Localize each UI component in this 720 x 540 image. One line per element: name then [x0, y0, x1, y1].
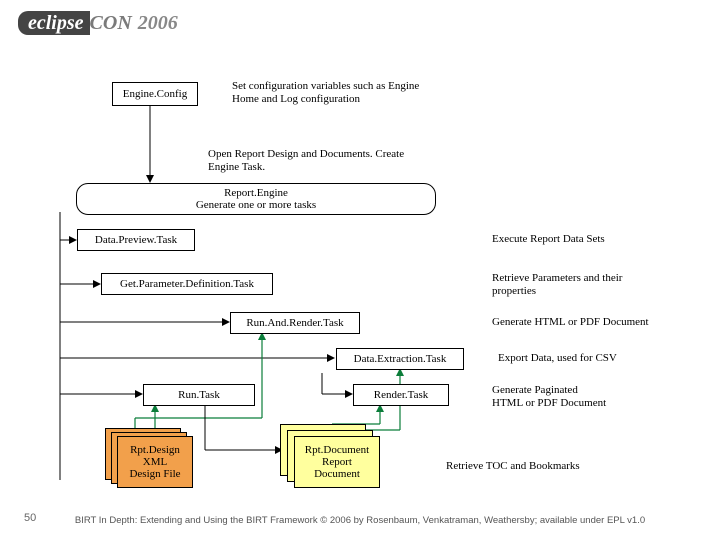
engine-config-box: Engine.Config: [112, 82, 198, 106]
get-parameter-desc: Retrieve Parameters and their properties: [492, 272, 652, 297]
rpt-document-l1: Rpt.Document: [305, 444, 369, 456]
render-task-box: Render.Task: [353, 384, 449, 406]
report-engine-box: Report.Engine Generate one or more tasks: [76, 183, 436, 215]
run-and-render-desc: Generate HTML or PDF Document: [492, 316, 649, 329]
run-task-box: Run.Task: [143, 384, 255, 406]
logo: eclipseCON 2006: [18, 12, 178, 35]
get-parameter-task-label: Get.Parameter.Definition.Task: [120, 278, 254, 290]
rpt-document-l3: Document: [314, 468, 360, 480]
slide: eclipseCON 2006 Engine.Config Set configu…: [0, 0, 720, 540]
retrieve-toc-desc: Retrieve TOC and Bookmarks: [446, 460, 580, 473]
data-extraction-task-box: Data.Extraction.Task: [336, 348, 464, 370]
rpt-design-l3: Design File: [129, 468, 180, 480]
report-engine-l2: Generate one or more tasks: [196, 199, 316, 211]
rpt-design-l1: Rpt.Design: [130, 444, 180, 456]
data-preview-desc: Execute Report Data Sets: [492, 233, 605, 246]
engine-config-desc: Set configuration variables such as Engi…: [232, 80, 432, 105]
render-task-desc: Generate Paginated HTML or PDF Document: [492, 384, 606, 409]
run-and-render-task-label: Run.And.Render.Task: [246, 317, 343, 329]
logo-eclipse: eclipse: [18, 11, 90, 35]
open-report-desc: Open Report Design and Documents. Create…: [208, 148, 438, 173]
engine-config-label: Engine.Config: [123, 88, 187, 100]
run-and-render-task-box: Run.And.Render.Task: [230, 312, 360, 334]
rpt-design-box: Rpt.Design XML Design File: [117, 436, 193, 488]
rpt-design-l2: XML: [143, 456, 167, 468]
get-parameter-task-box: Get.Parameter.Definition.Task: [101, 273, 273, 295]
footer-text: BIRT In Depth: Extending and Using the B…: [0, 515, 720, 526]
data-preview-task-label: Data.Preview.Task: [95, 234, 177, 246]
logo-con: CON: [90, 12, 132, 34]
data-extraction-desc: Export Data, used for CSV: [498, 352, 617, 365]
run-task-label: Run.Task: [178, 389, 220, 401]
data-extraction-task-label: Data.Extraction.Task: [354, 353, 447, 365]
report-engine-l1: Report.Engine: [224, 187, 288, 199]
logo-year: 2006: [138, 12, 178, 34]
data-preview-task-box: Data.Preview.Task: [77, 229, 195, 251]
rpt-document-l2: Report: [322, 456, 352, 468]
render-task-label: Render.Task: [374, 389, 429, 401]
rpt-document-box: Rpt.Document Report Document: [294, 436, 380, 488]
